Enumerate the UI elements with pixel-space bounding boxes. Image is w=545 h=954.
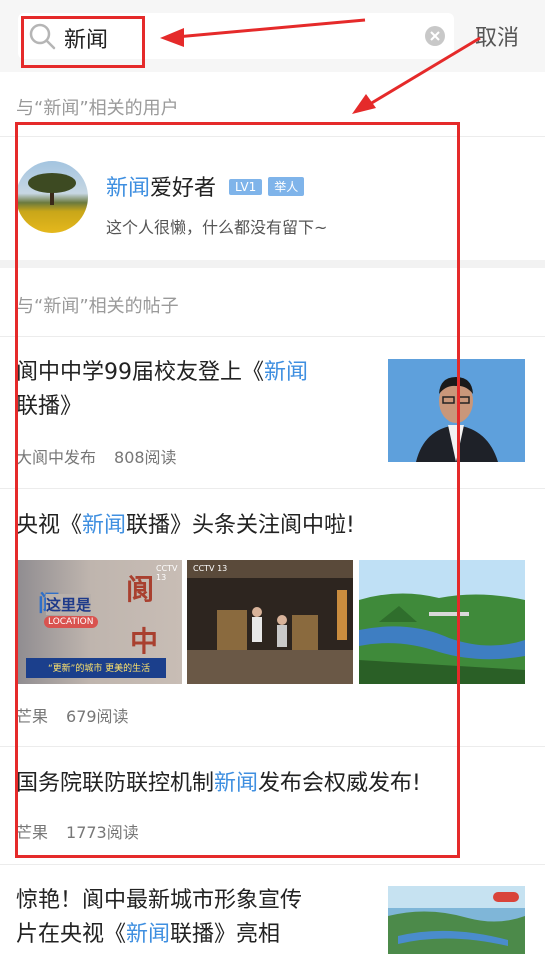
arrow-head [160, 28, 184, 47]
annotation-arrows [160, 18, 481, 114]
arrow-head [352, 94, 376, 114]
